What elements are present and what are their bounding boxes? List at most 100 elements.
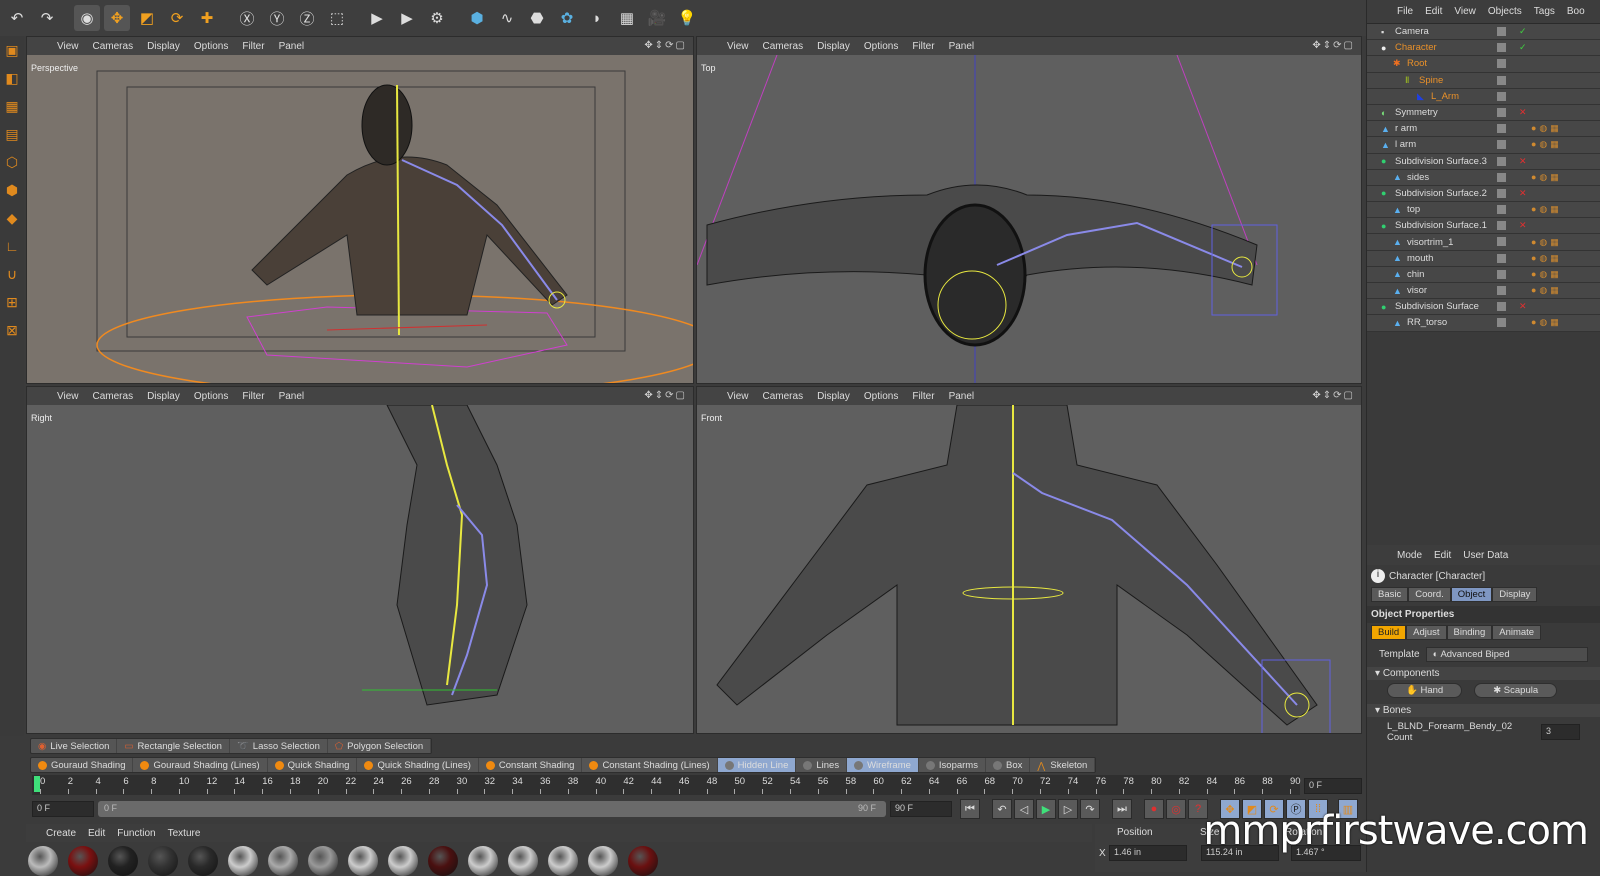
deformer-icon[interactable]: ◗ — [584, 5, 610, 31]
material-tags[interactable]: ●◍▦ — [1531, 123, 1562, 134]
next-key-icon[interactable]: ↷ — [1080, 799, 1100, 819]
timeline-ruler[interactable]: 0 2 4 6 8 10 12 14 16 18 20 22 24 26 28 30 32 34 36 38 40 42 4… — [32, 775, 1301, 795]
tab-binding[interactable]: Binding — [1446, 625, 1493, 640]
object-row[interactable]: ▲ chin ●◍▦ — [1367, 266, 1600, 283]
visibility-toggle[interactable] — [1497, 75, 1506, 85]
visibility-toggle[interactable] — [1497, 172, 1506, 182]
menu-panel[interactable]: Panel — [279, 41, 305, 52]
tab-display[interactable]: Display — [1492, 587, 1538, 602]
visibility-toggle[interactable] — [1497, 140, 1506, 150]
object-row[interactable]: ▲ r arm ●◍▦ — [1367, 121, 1600, 138]
object-row[interactable]: ● Subdivision Surface ✕ — [1367, 299, 1600, 316]
menu-mode[interactable]: Mode — [1397, 550, 1422, 561]
object-row[interactable]: Ⅱ Spine — [1367, 72, 1600, 89]
array-icon[interactable]: ✿ — [554, 5, 580, 31]
menu-objects[interactable]: Objects — [1488, 6, 1522, 17]
nurbs-icon[interactable]: ⬣ — [524, 5, 550, 31]
visibility-toggle[interactable] — [1497, 318, 1506, 328]
redo-icon[interactable]: ↷ — [34, 5, 60, 31]
bones-group[interactable]: ▾ Bones — [1367, 704, 1600, 717]
object-row[interactable]: ◐ Symmetry ✕ — [1367, 104, 1600, 122]
light-icon[interactable]: 💡 — [674, 5, 700, 31]
visibility-toggle[interactable] — [1497, 156, 1506, 166]
shading-quick-shading[interactable]: Quick Shading — [268, 758, 358, 772]
camera-icon[interactable]: 🎥 — [644, 5, 670, 31]
menu-options[interactable]: Options — [864, 391, 898, 402]
scale-icon[interactable]: ◩ — [134, 5, 160, 31]
menu-texture[interactable]: Texture — [168, 828, 201, 839]
shading-isoparms[interactable]: Isoparms — [919, 758, 986, 772]
menu-tags[interactable]: Tags — [1534, 6, 1555, 17]
tab-build[interactable]: Build — [1371, 625, 1407, 640]
visibility-toggle[interactable] — [1497, 107, 1506, 117]
add-icon[interactable]: ✚ — [194, 5, 220, 31]
visibility-toggle[interactable] — [1497, 59, 1506, 69]
object-row[interactable]: ▲ mouth ●◍▦ — [1367, 250, 1600, 267]
position-x-field[interactable]: 1.46 in — [1109, 845, 1187, 861]
menu-cameras[interactable]: Cameras — [763, 41, 804, 52]
menu-view[interactable]: View — [727, 41, 749, 52]
edges-mode-icon[interactable]: ⬢ — [2, 182, 22, 206]
menu-cameras[interactable]: Cameras — [93, 391, 134, 402]
menu-boo[interactable]: Boo — [1567, 6, 1585, 17]
autokey-icon[interactable]: ◎ — [1166, 799, 1186, 819]
disabled-icon[interactable]: ✕ — [1519, 220, 1527, 231]
menu-panel[interactable]: Panel — [949, 391, 975, 402]
components-group[interactable]: ▾ Components — [1367, 667, 1600, 680]
y-axis-icon[interactable]: Ⓨ — [264, 5, 290, 31]
object-row[interactable]: ✱ Root — [1367, 56, 1600, 73]
visibility-toggle[interactable] — [1497, 286, 1506, 295]
workplane-icon[interactable]: ▤ — [2, 126, 22, 150]
object-row[interactable]: ▲ l arm ●◍▦ — [1367, 137, 1600, 154]
object-row[interactable]: ▪ Camera ✓ — [1367, 24, 1600, 41]
range-slider[interactable]: 0 F 90 F — [98, 801, 886, 817]
menu-user-data[interactable]: User Data — [1463, 550, 1508, 561]
polygon-selection-button[interactable]: ⬠ Polygon Selection — [328, 739, 432, 753]
goto-end-icon[interactable]: ⏭ — [1112, 799, 1132, 819]
menu-function[interactable]: Function — [117, 828, 155, 839]
next-frame-icon[interactable]: ▷ — [1058, 799, 1078, 819]
visibility-toggle[interactable] — [1497, 237, 1506, 247]
tab-basic[interactable]: Basic — [1371, 587, 1409, 602]
points-mode-icon[interactable]: ⬡ — [2, 154, 22, 178]
texture-mode-icon[interactable]: ▦ — [2, 98, 22, 122]
material-tags[interactable]: ●◍▦ — [1531, 172, 1562, 183]
bone-count-input[interactable]: 3 — [1541, 724, 1580, 740]
visibility-toggle[interactable] — [1497, 269, 1506, 279]
viewport-top[interactable]: View Cameras Display Options Filter Panel ✥⇕⟳… — [696, 36, 1362, 384]
menu-view[interactable]: View — [727, 391, 749, 402]
visibility-toggle[interactable] — [1497, 124, 1506, 134]
menu-display[interactable]: Display — [147, 41, 180, 52]
template-dropdown[interactable]: ◐ Advanced Biped — [1425, 647, 1588, 662]
material-tags[interactable]: ●◍▦ — [1531, 139, 1562, 150]
make-editable-icon[interactable]: ▣ — [2, 42, 22, 66]
visibility-toggle[interactable] — [1497, 253, 1506, 263]
goto-start-icon[interactable]: ⏮ — [960, 799, 980, 819]
lock-icon[interactable]: ⊞ — [2, 294, 22, 318]
spline-icon[interactable]: ∿ — [494, 5, 520, 31]
material-tags[interactable]: ●◍▦ — [1531, 317, 1562, 328]
material-tags[interactable]: ●◍▦ — [1531, 237, 1562, 248]
tab-animate[interactable]: Animate — [1492, 625, 1542, 640]
menu-display[interactable]: Display — [817, 41, 850, 52]
enabled-icon[interactable]: ✓ — [1519, 26, 1527, 37]
viewport-right[interactable]: View Cameras Display Options Filter Panel ✥⇕⟳… — [26, 386, 694, 734]
menu-view[interactable]: View — [57, 391, 79, 402]
visibility-toggle[interactable] — [1497, 91, 1506, 101]
material-tags[interactable]: ●◍▦ — [1531, 204, 1562, 215]
menu-file[interactable]: File — [1397, 6, 1413, 17]
rectangle-selection-button[interactable]: ▭ Rectangle Selection — [117, 739, 230, 753]
menu-options[interactable]: Options — [194, 41, 228, 52]
start-frame-field[interactable]: 0 F — [32, 801, 94, 817]
visibility-toggle[interactable] — [1497, 43, 1506, 53]
shading-gouraud-shading-lines[interactable]: Gouraud Shading (Lines) — [133, 758, 268, 772]
visibility-toggle[interactable] — [1497, 205, 1506, 215]
menu-cameras[interactable]: Cameras — [93, 41, 134, 52]
menu-edit[interactable]: Edit — [1434, 550, 1451, 561]
undo-icon[interactable]: ↶ — [4, 5, 30, 31]
menu-filter[interactable]: Filter — [242, 41, 264, 52]
object-row[interactable]: ▲ visortrim_1 ●◍▦ — [1367, 234, 1600, 251]
object-row[interactable]: ● Subdivision Surface.1 ✕ — [1367, 218, 1600, 235]
disabled-icon[interactable]: ✕ — [1519, 107, 1527, 118]
object-row[interactable]: ▲ RR_torso ●◍▦ — [1367, 315, 1600, 332]
